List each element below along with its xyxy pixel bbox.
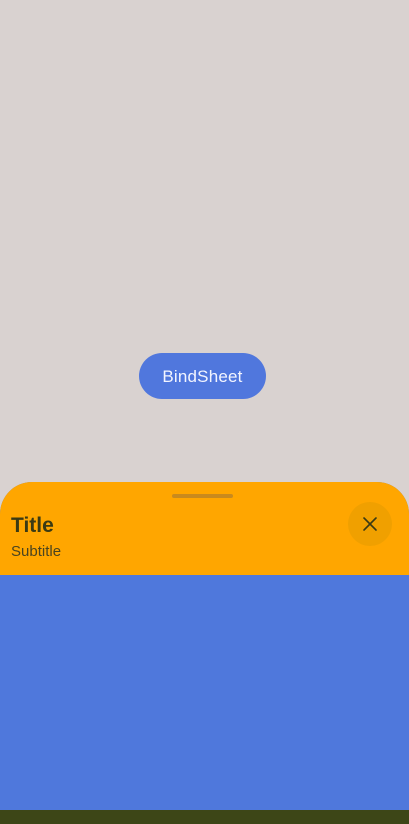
sheet-drag-handle[interactable] bbox=[172, 494, 233, 498]
bindsheet-button[interactable]: BindSheet bbox=[139, 353, 266, 399]
sheet-subtitle: Subtitle bbox=[11, 543, 62, 560]
bottom-sheet: Title Subtitle bbox=[0, 482, 409, 824]
sheet-header: Title Subtitle bbox=[0, 482, 409, 575]
close-icon bbox=[363, 517, 377, 531]
sheet-close-button[interactable] bbox=[348, 502, 392, 546]
sheet-content bbox=[0, 575, 409, 810]
navigation-bar bbox=[0, 810, 409, 824]
sheet-title: Title bbox=[11, 514, 54, 537]
